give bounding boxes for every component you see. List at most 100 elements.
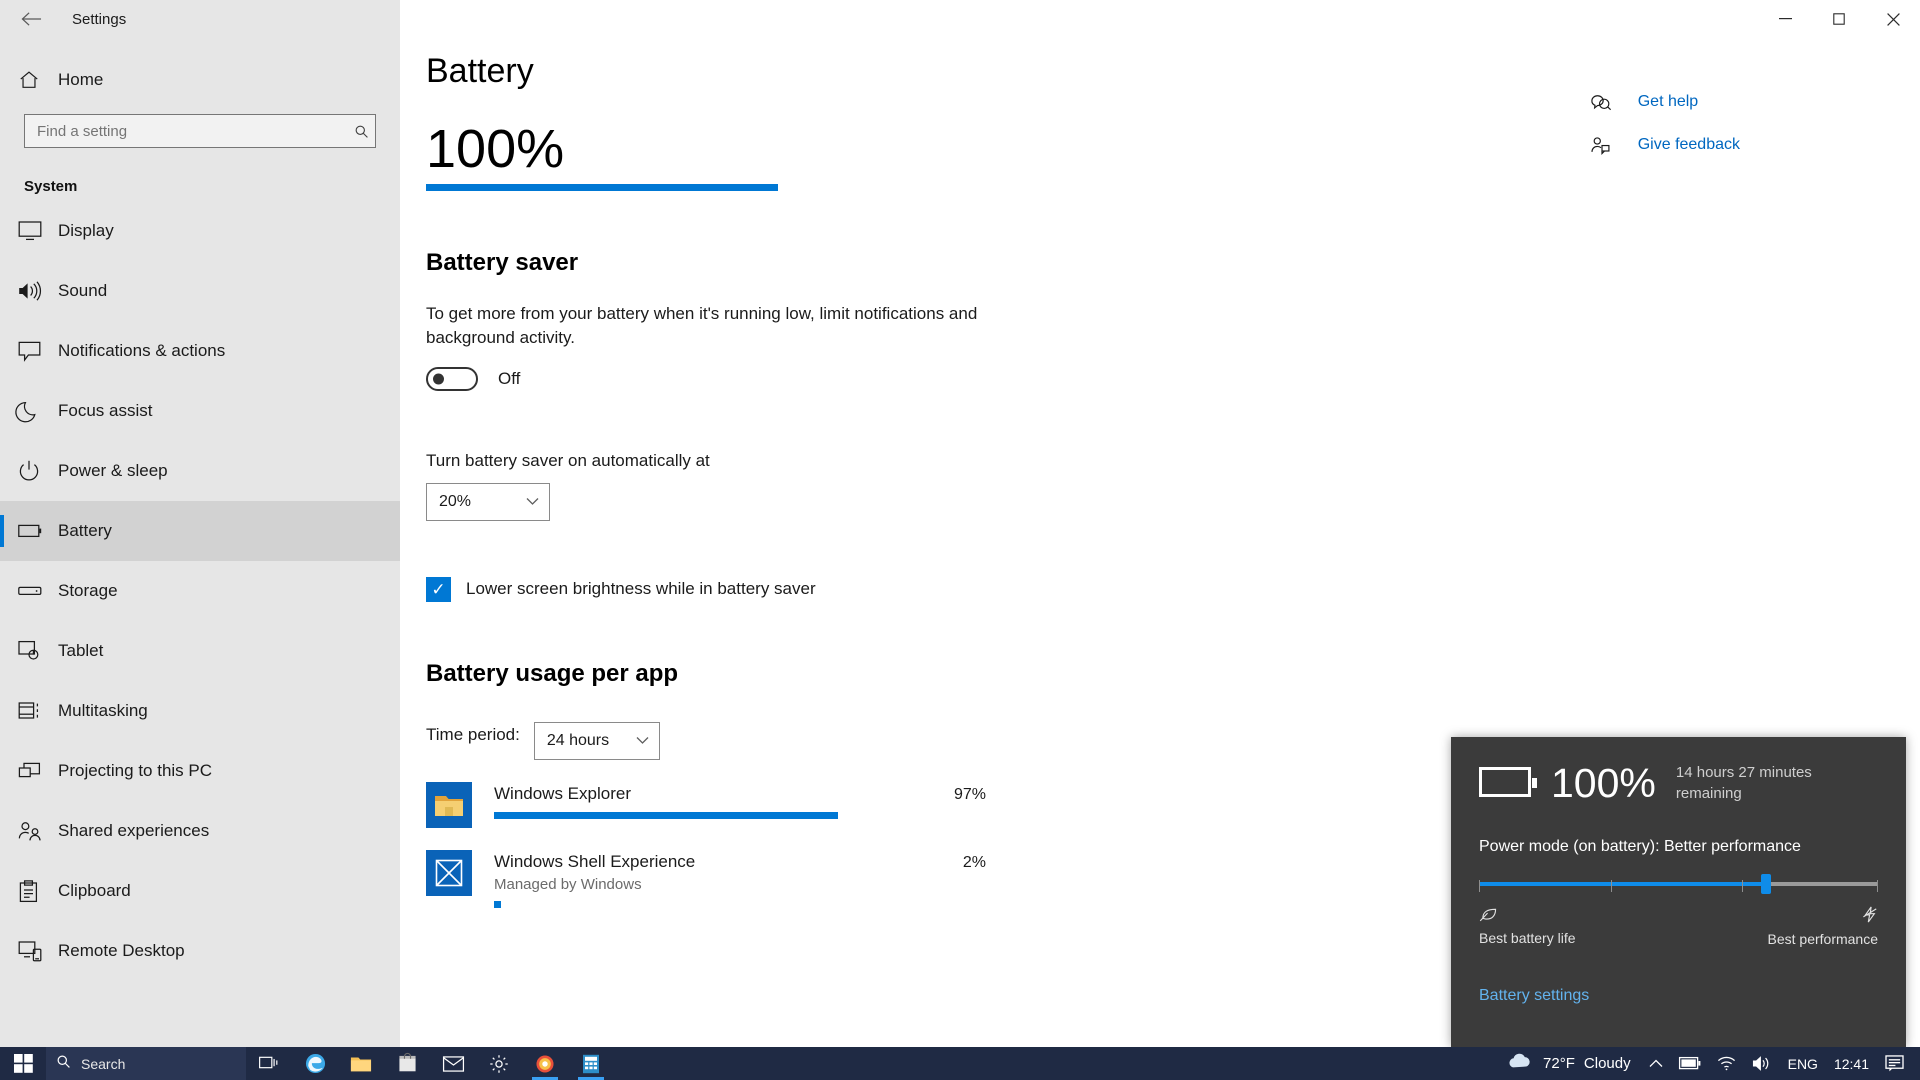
- notification-icon[interactable]: [1877, 1047, 1912, 1080]
- sidebar-item-label: Display: [58, 221, 114, 240]
- sidebar-item-multitasking[interactable]: Multitasking: [0, 681, 400, 741]
- app-usage-line: Windows Explorer 97%: [494, 784, 986, 804]
- sidebar-item-power-sleep[interactable]: Power & sleep: [0, 441, 400, 501]
- app-usage-line: Windows Shell Experience 2%: [494, 852, 986, 872]
- sidebar-item-label: Storage: [58, 581, 118, 600]
- chevron-down-icon: [526, 495, 539, 509]
- battery-tray-icon[interactable]: [1671, 1047, 1709, 1080]
- file-explorer-icon[interactable]: [338, 1047, 384, 1080]
- sidebar-item-storage[interactable]: Storage: [0, 561, 400, 621]
- home-icon: [18, 69, 58, 91]
- edge-icon[interactable]: [292, 1047, 338, 1080]
- weather-widget[interactable]: 72°F Cloudy: [1496, 1052, 1641, 1075]
- taskbar-search[interactable]: Search: [46, 1047, 246, 1080]
- clipboard-icon: [18, 879, 58, 903]
- maximize-button[interactable]: [1812, 0, 1866, 38]
- best-performance-end: Best performance: [1767, 906, 1879, 947]
- clock[interactable]: 12:41: [1826, 1047, 1877, 1080]
- settings-icon[interactable]: [476, 1047, 522, 1080]
- minimize-button[interactable]: [1758, 0, 1812, 38]
- sidebar-item-label: Clipboard: [58, 881, 131, 900]
- language-indicator[interactable]: ENG: [1780, 1047, 1826, 1080]
- time-period-dropdown[interactable]: 24 hours: [533, 721, 660, 760]
- sidebar-item-display[interactable]: Display: [0, 201, 400, 261]
- sidebar-item-projecting-to-this-pc[interactable]: Projecting to this PC: [0, 741, 400, 801]
- slider-thumb[interactable]: [1761, 874, 1772, 894]
- search-icon[interactable]: [354, 115, 369, 147]
- app-usage-row[interactable]: Windows Explorer 97%: [426, 781, 986, 828]
- sidebar-item-notifications-actions[interactable]: Notifications & actions: [0, 321, 400, 381]
- search-container: [0, 104, 400, 148]
- best-performance-label: Best performance: [1767, 931, 1879, 947]
- app-usage-row[interactable]: Windows Shell Experience 2% Managed by Win…: [426, 849, 986, 908]
- lower-brightness-checkbox[interactable]: ✓: [426, 576, 451, 602]
- app-subtitle: Managed by Windows: [494, 875, 642, 893]
- lower-brightness-row[interactable]: ✓ Lower screen brightness while in batte…: [426, 576, 1920, 602]
- speaker-icon: [18, 281, 58, 301]
- store-icon[interactable]: [384, 1047, 430, 1080]
- volume-icon[interactable]: [1744, 1047, 1780, 1080]
- search-icon: [56, 1054, 71, 1074]
- chevron-up-icon[interactable]: [1641, 1047, 1671, 1080]
- calculator-icon[interactable]: [568, 1047, 614, 1080]
- multitasking-icon: [18, 700, 58, 722]
- flyout-status-row: 100% 14 hours 27 minutes remaining: [1479, 763, 1878, 804]
- app-usage-body: Windows Shell Experience 2% Managed by Win…: [472, 850, 986, 908]
- give-feedback-link[interactable]: Give feedback: [1590, 135, 1740, 155]
- power-mode-slider[interactable]: [1479, 874, 1878, 894]
- search-box[interactable]: [24, 114, 376, 148]
- drive-icon: [18, 585, 58, 597]
- help-icon: [1590, 92, 1624, 112]
- sidebar-item-shared-experiences[interactable]: Shared experiences: [0, 801, 400, 861]
- sidebar-section-title: System: [24, 178, 78, 195]
- caption-buttons: [1758, 0, 1920, 38]
- sidebar-nav-list: Display Sound Notifications & actions Focus…: [0, 201, 400, 981]
- wifi-icon[interactable]: [1709, 1047, 1744, 1080]
- best-battery-life-end: Best battery life: [1479, 906, 1576, 947]
- start-button[interactable]: [0, 1047, 46, 1080]
- feedback-icon: [1590, 135, 1624, 155]
- close-button[interactable]: [1866, 0, 1920, 38]
- flyout-battery-percent: 100%: [1551, 760, 1656, 806]
- time-period-label: Time period:: [426, 724, 520, 744]
- battery-usage-heading: Battery usage per app: [426, 659, 679, 687]
- taskbar-search-label: Search: [81, 1055, 126, 1072]
- get-help-label: Get help: [1637, 93, 1699, 110]
- sidebar-item-tablet[interactable]: Tablet: [0, 621, 400, 681]
- app-name: Windows Shell Experience: [494, 851, 696, 871]
- task-view-icon[interactable]: [246, 1047, 292, 1080]
- battery-saver-heading: Battery saver: [426, 248, 579, 276]
- search-input[interactable]: [25, 115, 375, 147]
- battery-settings-link[interactable]: Battery settings: [1479, 987, 1589, 1005]
- sidebar-item-label: Remote Desktop: [58, 941, 185, 960]
- slider-endpoint-labels: Best battery life Best performance: [1479, 906, 1878, 947]
- auto-threshold-dropdown[interactable]: 20%: [426, 482, 550, 521]
- sidebar-item-battery[interactable]: Battery: [0, 501, 400, 561]
- toggle-knob: [433, 373, 444, 385]
- battery-saver-toggle[interactable]: [426, 366, 478, 391]
- sidebar-item-focus-assist[interactable]: Focus assist: [0, 381, 400, 441]
- sidebar-item-label: Battery: [58, 521, 112, 540]
- photos-icon[interactable]: [522, 1047, 568, 1080]
- chat-bubble-icon: [18, 341, 58, 362]
- shared-icon: [18, 820, 58, 842]
- page-title: Battery: [426, 52, 534, 90]
- checkmark-icon: ✓: [431, 579, 446, 599]
- back-button[interactable]: [8, 3, 54, 35]
- sidebar-item-label: Sound: [58, 281, 108, 300]
- mail-icon[interactable]: [430, 1047, 476, 1080]
- sidebar-item-sound[interactable]: Sound: [0, 261, 400, 321]
- battery-progress-fill: [426, 183, 778, 191]
- sidebar-item-remote-desktop[interactable]: Remote Desktop: [0, 921, 400, 981]
- auto-threshold-label: Turn battery saver on automatically at: [426, 450, 710, 470]
- sidebar-item-label: Projecting to this PC: [58, 761, 213, 780]
- auto-threshold-value: 20%: [439, 492, 472, 510]
- battery-saver-toggle-state: Off: [498, 368, 521, 388]
- battery-icon: [1479, 766, 1537, 801]
- sidebar-item-home[interactable]: Home: [0, 56, 400, 104]
- battery-flyout[interactable]: 100% 14 hours 27 minutes remaining Power…: [1451, 737, 1906, 1047]
- sidebar-item-clipboard[interactable]: Clipboard: [0, 861, 400, 921]
- battery-saver-toggle-row: Off: [426, 366, 1920, 391]
- monitor-icon: [18, 220, 58, 242]
- get-help-link[interactable]: Get help: [1590, 92, 1740, 112]
